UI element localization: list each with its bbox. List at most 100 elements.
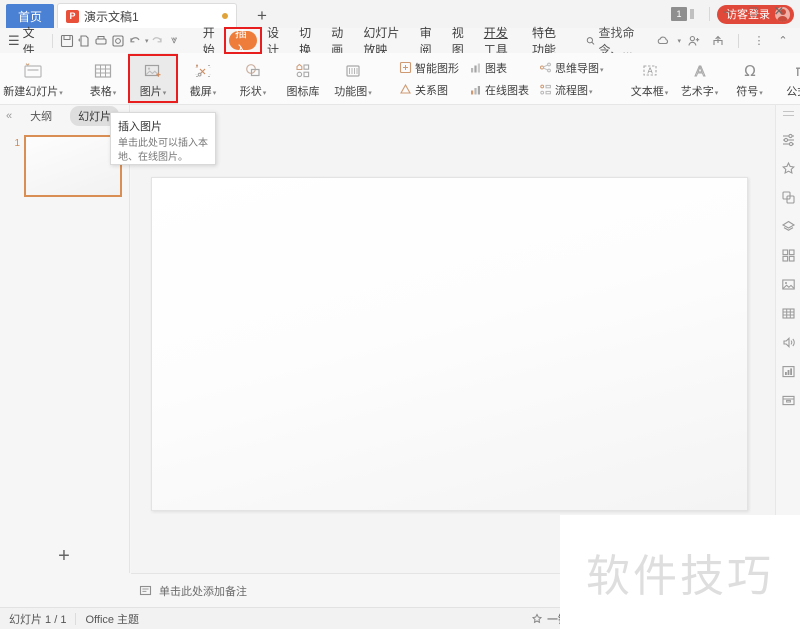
tab-view[interactable]: 视图 <box>444 26 476 57</box>
maximize-button[interactable]: □ <box>740 2 766 20</box>
formula-label: 公式▾ <box>786 85 800 98</box>
properties-icon[interactable] <box>776 125 800 154</box>
insert-picture-tooltip: 插入图片 单击此处可以插入本地、在线图片。 <box>110 112 216 165</box>
svg-text:π: π <box>795 62 800 80</box>
close-button[interactable]: ✕ <box>766 2 792 20</box>
notes-icon <box>139 585 152 596</box>
screenshot-label: 截屏▾ <box>189 85 217 98</box>
ribbon-group-new-slide: 新建幻灯片▾ <box>0 53 66 104</box>
flow-chart-button[interactable]: 流程图▾ <box>536 79 607 100</box>
theme-label[interactable]: Office 主题 <box>76 611 148 627</box>
flow-chart-label: 流程图▾ <box>555 84 593 97</box>
online-chart-icon <box>471 86 480 95</box>
tab-developer[interactable]: 开发工具 <box>476 26 524 57</box>
cloud-dropdown-caret-icon[interactable]: ▾ <box>678 37 682 45</box>
hamburger-icon[interactable]: ☰ <box>8 33 20 49</box>
beautify-icon[interactable] <box>776 154 800 183</box>
find-icon[interactable] <box>110 30 127 52</box>
home-tab-label: 首页 <box>17 9 42 24</box>
share-icon[interactable] <box>707 30 729 52</box>
new-slide-label: 新建幻灯片▾ <box>3 85 63 98</box>
tab-insert[interactable]: 插入 <box>223 26 262 57</box>
picture-button[interactable]: 图片▾ <box>128 53 178 104</box>
audio-icon[interactable] <box>776 328 800 357</box>
relation-chart-button[interactable]: 关系图 <box>396 79 462 100</box>
minimize-button[interactable]: – <box>714 2 740 20</box>
ribbon-toolbar: 新建幻灯片▾ 表格▾ 图片▾ 截屏▾ 形状▾ 图标库 功能图▾ 智能图形 关系图… <box>0 53 800 105</box>
text-box-button[interactable]: A 文本框▾ <box>625 53 675 104</box>
symbol-button[interactable]: Ω 符号▾ <box>725 53 775 104</box>
text-box-label: 文本框▾ <box>630 85 669 98</box>
divider <box>738 33 740 48</box>
chart-icon[interactable] <box>776 357 800 386</box>
layers-icon[interactable] <box>776 212 800 241</box>
watermark: 软件技巧 <box>560 515 800 629</box>
slide-thumbnail-panel: « 大纲 幻灯片 1 + <box>0 105 130 573</box>
table-button[interactable]: 表格▾ <box>78 53 128 104</box>
resource-grid-icon[interactable] <box>776 241 800 270</box>
tab-transition[interactable]: 切换 <box>291 26 323 57</box>
customize-quick-access-icon[interactable]: ⩔ <box>166 30 183 52</box>
insert-tab-highlight-box <box>223 27 262 54</box>
print-preview-icon[interactable] <box>75 30 92 52</box>
box-icon[interactable] <box>776 386 800 415</box>
online-chart-button[interactable]: 在线图表 <box>466 79 532 100</box>
menu-right-icons: ▾ ⋮ ⌃ <box>653 30 800 52</box>
smart-shape-button[interactable]: 智能图形 <box>396 57 462 78</box>
shapes-button[interactable]: 形状▾ <box>228 53 278 104</box>
picture-button-highlight-box <box>128 54 178 103</box>
more-options-icon[interactable]: ⋮ <box>748 30 770 52</box>
shape-combine-icon[interactable] <box>776 183 800 212</box>
collapse-ribbon-icon[interactable]: ⌃ <box>772 30 794 52</box>
slide-canvas-area[interactable] <box>131 105 775 573</box>
cloud-icon[interactable] <box>653 30 675 52</box>
wps-presentation-window: 首页 P 演示文稿1 + 1 访客登录 – □ ✕ ☰ 文件 ▾ ⩔ 开始 插入… <box>0 0 800 629</box>
print-icon[interactable] <box>92 30 109 52</box>
word-art-label: 艺术字▾ <box>680 85 719 98</box>
slide-thumbnail[interactable] <box>24 135 122 197</box>
window-controls: – □ ✕ <box>714 2 792 20</box>
tab-design[interactable]: 设计 <box>259 26 291 57</box>
mind-map-icon <box>540 62 551 73</box>
svg-text:Ω: Ω <box>744 62 755 80</box>
collaborate-icon[interactable] <box>683 30 705 52</box>
online-chart-label: 在线图表 <box>485 84 529 97</box>
add-slide-button[interactable]: + <box>0 539 128 573</box>
sidebar-grip-icon[interactable] <box>782 111 794 116</box>
icon-library-button[interactable]: 图标库 <box>278 53 328 104</box>
smart-graphics-col-3: 思维导图▾ 流程图▾ <box>534 53 609 104</box>
window-count-badge[interactable]: 1 <box>671 7 687 21</box>
function-chart-button[interactable]: 功能图▾ <box>328 53 378 104</box>
shapes-label: 形状▾ <box>239 85 267 98</box>
screenshot-button[interactable]: 截屏▾ <box>178 53 228 104</box>
formula-icon: π <box>790 59 800 81</box>
icon-library-icon <box>293 59 313 81</box>
mind-map-button[interactable]: 思维导图▾ <box>536 57 607 78</box>
tab-start[interactable]: 开始 <box>195 26 227 57</box>
undo-icon[interactable] <box>127 30 144 52</box>
tab-features[interactable]: 特色功能 <box>524 26 572 57</box>
chart-label: 图表 <box>485 62 507 75</box>
table-icon <box>93 59 113 81</box>
window-stack-icon <box>690 9 694 19</box>
image-icon[interactable] <box>776 270 800 299</box>
save-icon[interactable] <box>58 30 75 52</box>
slide-editing-surface[interactable] <box>151 177 748 511</box>
smart-graphics-col-1: 智能图形 关系图 <box>394 53 464 104</box>
chart-button[interactable]: 图表 <box>466 57 532 78</box>
collapse-panel-icon[interactable]: « <box>6 110 12 122</box>
table-icon[interactable] <box>776 299 800 328</box>
word-art-button[interactable]: A 艺术字▾ <box>675 53 725 104</box>
word-art-icon: A <box>690 59 710 81</box>
right-sidebar <box>775 105 800 573</box>
redo-icon[interactable] <box>148 30 165 52</box>
new-slide-button[interactable]: 新建幻灯片▾ <box>3 53 63 104</box>
divider <box>709 7 710 21</box>
tab-slideshow[interactable]: 幻灯片放映 <box>355 26 411 57</box>
close-icon: ✕ <box>773 3 785 19</box>
tab-animation[interactable]: 动画 <box>323 26 355 57</box>
table-label: 表格▾ <box>89 85 117 98</box>
panel-tab-outline[interactable]: 大纲 <box>22 106 60 126</box>
tab-review[interactable]: 审阅 <box>412 26 444 57</box>
formula-button[interactable]: π 公式▾ <box>775 53 800 104</box>
